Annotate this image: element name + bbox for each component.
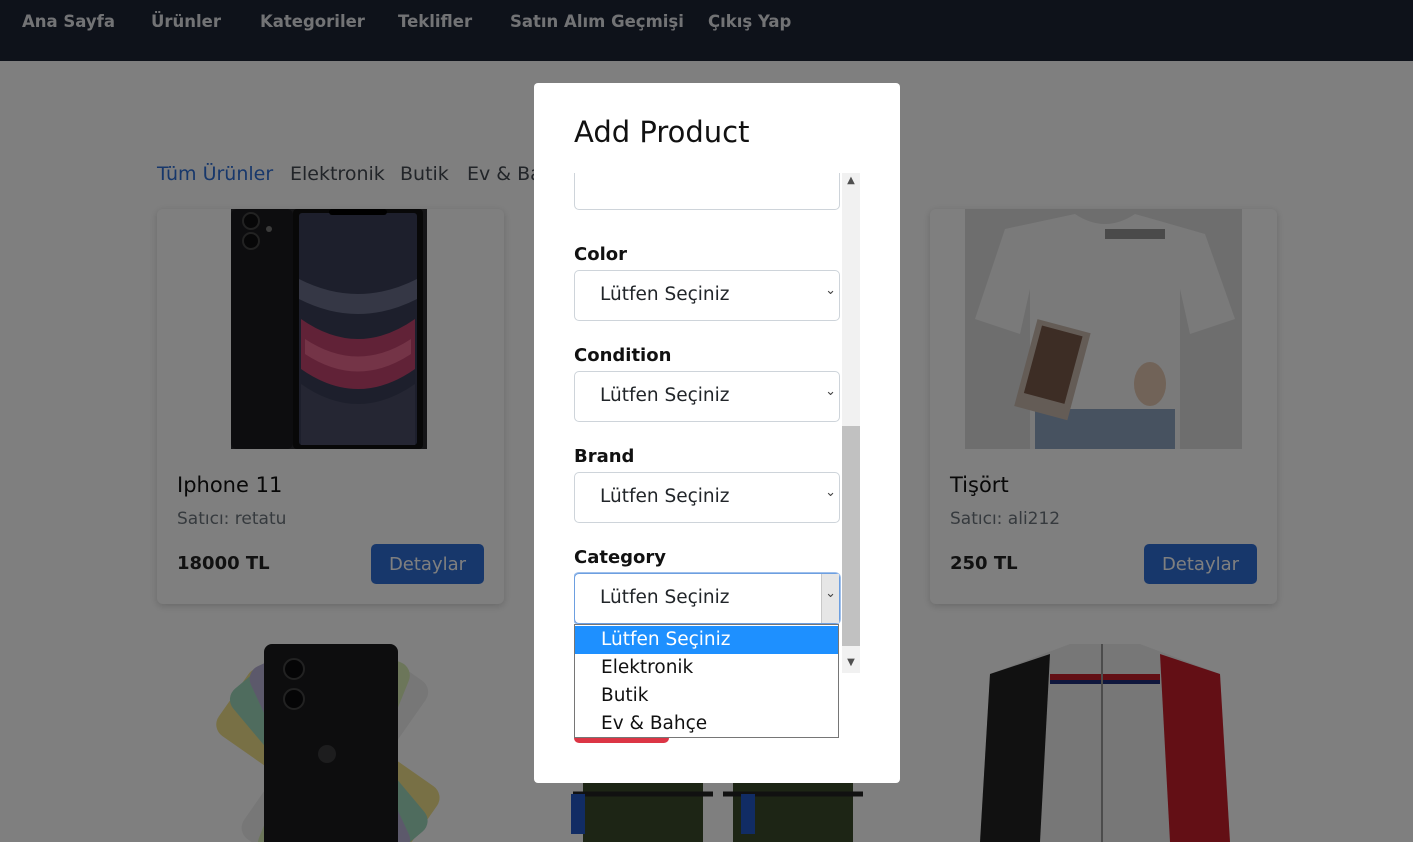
brand-label: Brand [574, 446, 635, 467]
modal-scroll-body: Color Lütfen Seçiniz ⌄ Condition Lütfen … [574, 173, 860, 673]
dropdown-option[interactable]: Ev & Bahçe [575, 710, 838, 738]
scrollbar-thumb[interactable] [842, 426, 860, 646]
brand-select[interactable]: Lütfen Seçiniz ⌄ [574, 472, 840, 523]
chevron-down-icon: ⌄ [825, 384, 836, 399]
scroll-down-arrow-icon[interactable]: ▼ [842, 657, 860, 668]
dropdown-option[interactable]: Butik [575, 682, 838, 710]
chevron-down-icon: ⌄ [825, 586, 836, 601]
description-textarea[interactable] [574, 173, 840, 210]
chevron-down-icon: ⌄ [825, 485, 836, 500]
category-label: Category [574, 547, 667, 568]
dropdown-option[interactable]: Elektronik [575, 654, 838, 682]
condition-select[interactable]: Lütfen Seçiniz ⌄ [574, 371, 840, 422]
modal-title: Add Product [574, 115, 750, 149]
scroll-up-arrow-icon[interactable]: ▲ [842, 175, 860, 186]
color-select[interactable]: Lütfen Seçiniz ⌄ [574, 270, 840, 321]
category-dropdown-list: Lütfen Seçiniz Elektronik Butik Ev & Bah… [574, 624, 839, 738]
dropdown-option[interactable]: Lütfen Seçiniz [575, 626, 838, 654]
chevron-down-icon: ⌄ [825, 283, 836, 298]
category-select[interactable]: Lütfen Seçiniz ⌄ [574, 573, 840, 624]
color-label: Color [574, 244, 627, 265]
condition-label: Condition [574, 345, 672, 366]
